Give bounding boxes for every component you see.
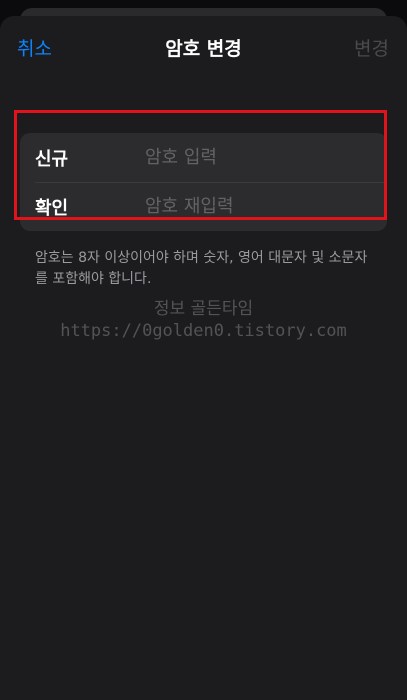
page-title: 암호 변경 — [165, 38, 242, 60]
password-requirements-hint: 암호는 8자 이상이어야 하며 숫자, 영어 대문자 및 소문자를 포함해야 합… — [35, 250, 368, 287]
cancel-button[interactable]: 취소 — [17, 36, 52, 62]
watermark-url: https://0golden0.tistory.com — [60, 321, 347, 341]
watermark-title: 정보 골든타임 — [153, 299, 254, 319]
navigation-bar: 취소 암호 변경 변경 — [0, 36, 407, 66]
highlight-box — [14, 110, 387, 220]
change-button[interactable]: 변경 — [354, 36, 389, 62]
